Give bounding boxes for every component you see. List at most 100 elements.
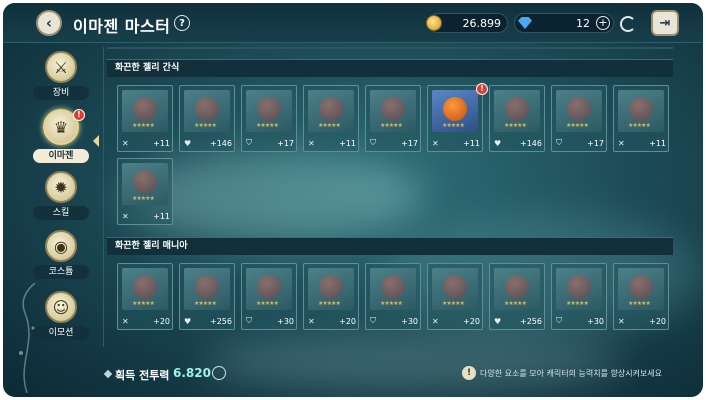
sidebar-item-3[interactable]: ◉ 코스튬 [27, 230, 95, 290]
imagen-slot[interactable]: ★★★★★ ✕ +20 [427, 263, 483, 330]
shield-icon: ⛉ [246, 138, 252, 147]
alert-badge: ! [73, 109, 85, 121]
sidebar-item-2[interactable]: ✹ 스킬 [27, 171, 95, 231]
star-rating-icon: ★★★★★ [318, 122, 341, 129]
stat-value: +30 [587, 316, 604, 326]
stat-bonus: ✕ +20 [308, 317, 356, 326]
imagen-slot[interactable]: ★★★★★ ✕ +11 [303, 85, 359, 152]
section-header: 화끈한 젤리 매니아 [107, 237, 673, 255]
star-rating-icon: ★★★★★ [194, 122, 217, 129]
exit-door-icon: ⇥ [659, 15, 671, 31]
refresh-icon[interactable] [620, 16, 636, 32]
exit-button[interactable]: ⇥ [651, 10, 679, 36]
stat-value: +256 [210, 317, 232, 326]
heart-icon: ♥ [184, 317, 192, 326]
star-rating-icon: ★★★★★ [504, 122, 527, 129]
star-rating-icon: ★★★★★ [442, 300, 465, 307]
stat-value: +20 [463, 317, 480, 326]
stat-value: +11 [463, 139, 480, 148]
sidebar: ⚔ 장비 ♛ 이마젠! ✹ 스킬 ◉ 코스튬 ☺ 이모션 [25, 47, 104, 395]
stat-bonus: ⛉ +17 [246, 138, 294, 148]
back-button[interactable]: ‹ [36, 10, 62, 36]
gem-counter: 12 + [514, 13, 614, 33]
stat-bonus: ✕ +11 [432, 139, 480, 148]
imagen-slot[interactable]: ★★★★★ ✕ +20 [117, 263, 173, 330]
shield-icon: ⛉ [370, 316, 376, 325]
imagen-slot[interactable]: ★★★★★ ♥ +146 [179, 85, 235, 152]
stat-value: +11 [153, 139, 170, 148]
footer-bar: 획득 전투력 6.820 ! 다양한 요소를 모아 캐릭터의 능력치를 향상시켜… [97, 355, 703, 397]
stat-bonus: ✕ +11 [308, 139, 356, 148]
stat-bonus: ✕ +20 [618, 317, 666, 326]
stat-value: +17 [401, 138, 418, 148]
stat-value: +17 [587, 138, 604, 148]
star-rating-icon: ★★★★★ [194, 300, 217, 307]
sun-icon: ✹ [45, 171, 77, 203]
imagen-slot[interactable]: ★★★★★ ✕ +20 [303, 263, 359, 330]
sidebar-divider [103, 47, 104, 347]
stat-value: +11 [649, 139, 666, 148]
imagen-slot[interactable]: ★★★★★ ♥ +256 [179, 263, 235, 330]
imagen-slot[interactable]: ★★★★★ ⛉ +30 [365, 263, 421, 330]
stat-value: +20 [649, 317, 666, 326]
imagen-slot[interactable]: ★★★★★ ⛉ +30 [551, 263, 607, 330]
sword-icon: ✕ [122, 317, 129, 326]
stat-bonus: ⛉ +30 [246, 316, 294, 326]
chevron-left-icon: ‹ [45, 14, 53, 32]
stat-bonus: ⛉ +17 [556, 138, 604, 148]
mask-icon: ◉ [45, 230, 77, 262]
imagen-slot[interactable]: ★★★★★ ♥ +256 [489, 263, 545, 330]
stat-bonus: ♥ +256 [494, 317, 542, 326]
diamond-bullet-icon [103, 369, 113, 379]
shield-icon: ⛉ [370, 138, 376, 147]
sidebar-item-label: 스킬 [33, 206, 89, 220]
sword-wrench-icon: ⚔ [45, 51, 77, 83]
star-rating-icon: ★★★★★ [132, 300, 155, 307]
imagen-slot[interactable]: ★★★★★ ⛉ +17 [241, 85, 297, 152]
stat-value: +146 [210, 139, 232, 148]
imagen-slot[interactable]: ★★★★★ ✕ +11 [613, 85, 669, 152]
sidebar-item-0[interactable]: ⚔ 장비 [27, 51, 95, 111]
sidebar-item-label: 이마젠 [33, 149, 89, 163]
sword-icon: ✕ [432, 317, 439, 326]
add-gems-button[interactable]: + [596, 16, 610, 30]
stat-bonus: ♥ +146 [494, 139, 542, 148]
stat-value: +20 [153, 317, 170, 326]
sword-icon: ✕ [308, 317, 315, 326]
shield-icon: ⛉ [246, 316, 252, 325]
tip-text: 다양한 요소를 모아 캐릭터의 능력치를 향상시켜보세요 [480, 369, 662, 378]
imagen-slot[interactable]: ★★★★★ ⛉ +30 [241, 263, 297, 330]
stat-value: +20 [339, 317, 356, 326]
sidebar-item-4[interactable]: ☺ 이모션 [27, 291, 95, 351]
gold-coin-icon [426, 15, 442, 31]
alert-badge: ! [476, 83, 488, 95]
imagen-slot[interactable]: ★★★★★ ♥ +146 [489, 85, 545, 152]
stat-value: +11 [153, 212, 170, 221]
power-label: 획득 전투력 [115, 369, 170, 382]
stat-bonus: ⛉ +30 [370, 316, 418, 326]
help-button[interactable]: ? [174, 15, 190, 31]
star-rating-icon: ★★★★★ [566, 300, 589, 307]
sidebar-item-1[interactable]: ♛ 이마젠! [27, 109, 99, 169]
section-header: 화끈한 젤리 간식 [107, 59, 673, 77]
stat-bonus: ♥ +146 [184, 139, 232, 148]
shield-icon: ⛉ [556, 138, 562, 147]
imagen-collection-list[interactable]: 화끈한 젤리 간식 ★★★★★ ✕ +11 ★★★★★ ♥ +146 ★★★★★ ⛉ +17 ★★★… [107, 49, 673, 349]
heart-icon: ♥ [184, 139, 192, 148]
heart-icon: ♥ [494, 139, 502, 148]
gold-value: 26.899 [462, 16, 502, 30]
imagen-slot[interactable]: ★★★★★ ✕ +20 [613, 263, 669, 330]
star-rating-icon: ★★★★★ [628, 300, 651, 307]
magnifier-icon[interactable] [212, 366, 226, 380]
imagen-slot[interactable]: ★★★★★ ✕ +11 [117, 158, 173, 225]
top-bar: ‹ 이마젠 마스터 ? 26.899 12 + ⇥ [3, 3, 703, 43]
star-rating-icon: ★★★★★ [318, 300, 341, 307]
stat-bonus: ⛉ +30 [556, 316, 604, 326]
imagen-slot[interactable]: ★★★★★ ⛉ +17 [551, 85, 607, 152]
imagen-slot[interactable]: ★★★★★ ✕ +11! [427, 83, 488, 152]
sidebar-item-label: 이모션 [33, 326, 89, 340]
imagen-slot[interactable]: ★★★★★ ✕ +11 [117, 85, 173, 152]
imagen-slot[interactable]: ★★★★★ ⛉ +17 [365, 85, 421, 152]
star-rating-icon: ★★★★★ [380, 122, 403, 129]
star-rating-icon: ★★★★★ [132, 122, 155, 129]
